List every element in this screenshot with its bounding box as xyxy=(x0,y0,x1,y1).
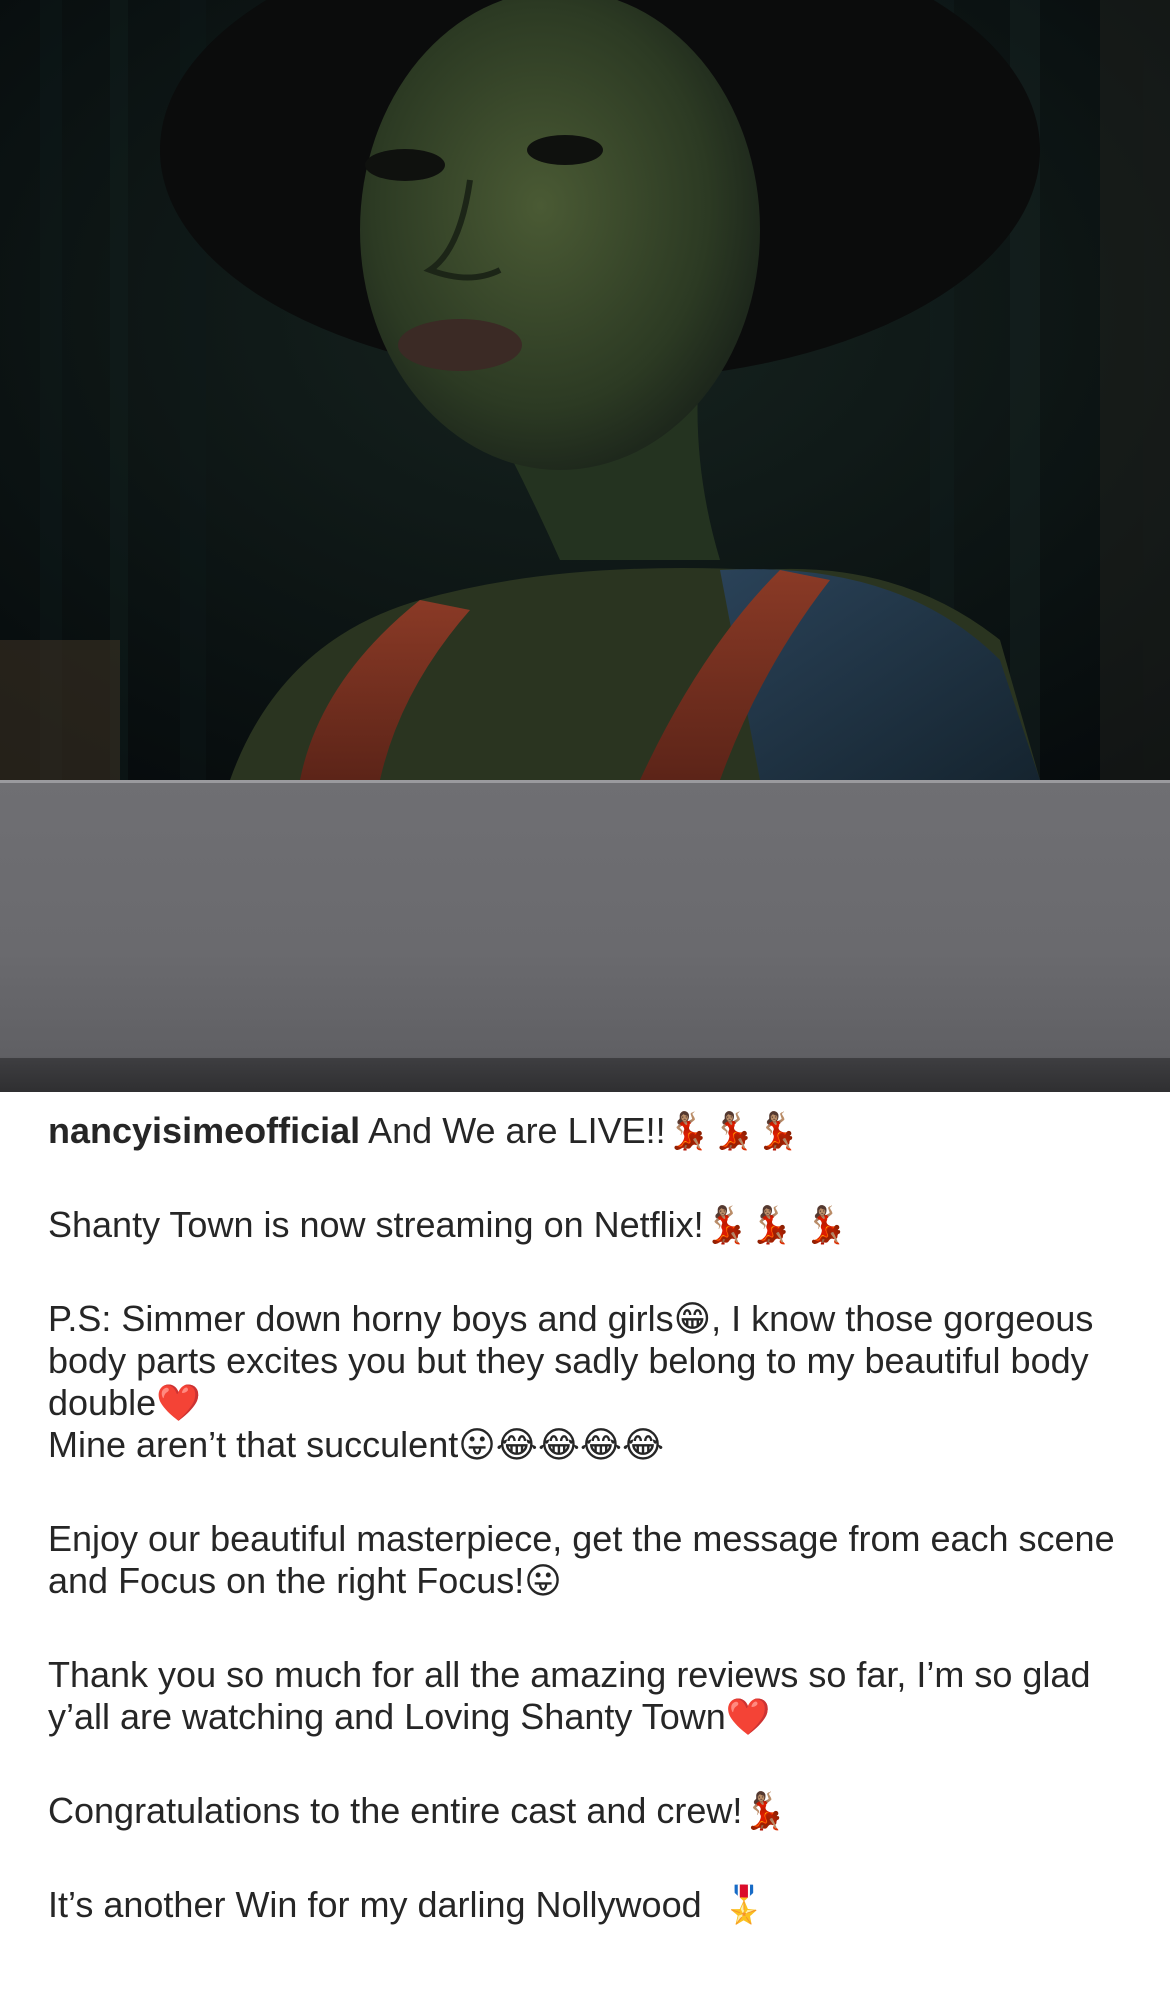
caption-paragraph-7: It’s another Win for my darling Nollywoo… xyxy=(48,1884,767,1925)
author-username[interactable]: nancyisimeofficial xyxy=(48,1110,360,1151)
caption-paragraph-2: Shanty Town is now streaming on Netflix!… xyxy=(48,1204,849,1245)
caption-paragraph-6: Congratulations to the entire cast and c… xyxy=(48,1790,788,1831)
redaction-panel xyxy=(0,780,1170,1092)
post-photo[interactable] xyxy=(0,0,1170,780)
caption-paragraph-1: nancyisimeofficial And We are LIVE!!💃🏽💃🏽… xyxy=(48,1110,1122,1152)
portrait-image xyxy=(0,0,1170,780)
caption-paragraph-4: Enjoy our beautiful masterpiece, get the… xyxy=(48,1518,1125,1601)
panel-bottom-strip xyxy=(0,1058,1170,1092)
post-caption: nancyisimeofficial And We are LIVE!!💃🏽💃🏽… xyxy=(0,1092,1170,1926)
caption-paragraph-3: P.S: Simmer down horny boys and girls😁, … xyxy=(48,1298,1094,1465)
caption-text: And We are LIVE!!💃🏽💃🏽💃🏽 xyxy=(368,1110,801,1151)
caption-paragraph-5: Thank you so much for all the amazing re… xyxy=(48,1654,1101,1737)
panel-top-edge xyxy=(0,780,1170,783)
